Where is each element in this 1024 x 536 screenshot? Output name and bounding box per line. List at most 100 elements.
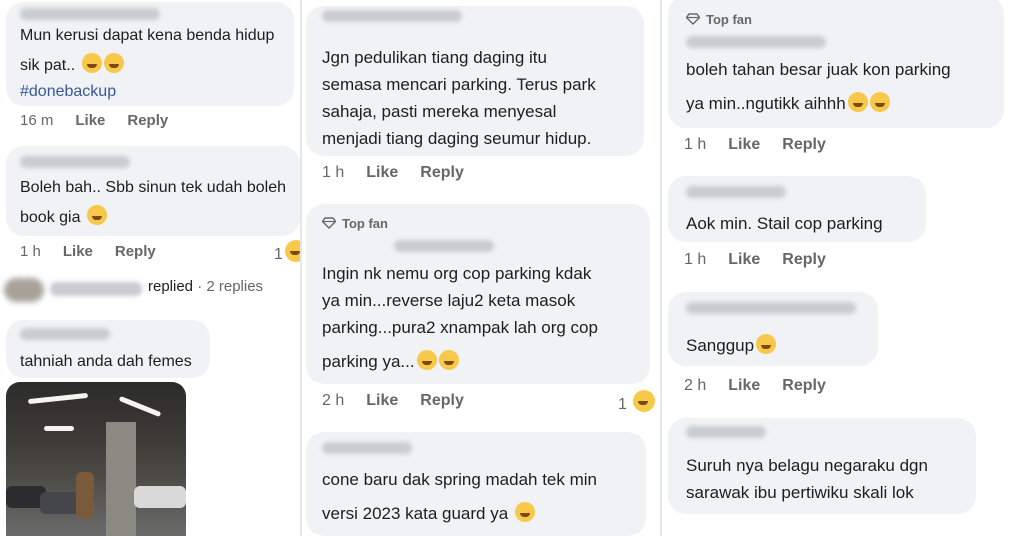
comment-text-line: ya min..ngutikk aihhh <box>686 90 890 117</box>
like-button[interactable]: Like <box>63 243 93 260</box>
commenter-name-blurred <box>686 426 766 438</box>
ceiling-light <box>44 426 74 431</box>
rolling-laughing-emoji <box>438 350 459 370</box>
comment-photo[interactable] <box>6 382 186 536</box>
comment-text-line: ya min...reverse laju2 keta masok <box>322 291 576 310</box>
reply-button[interactable]: Reply <box>420 392 464 409</box>
like-button[interactable]: Like <box>366 164 398 181</box>
grimacing-emoji <box>869 92 890 112</box>
laughing-emoji <box>633 390 656 412</box>
comment-column-1: Mun kerusi dapat kena benda hidup sik pa… <box>0 0 300 536</box>
like-button[interactable]: Like <box>728 251 760 268</box>
like-button[interactable]: Like <box>728 377 760 394</box>
comment-text-line: Jgn pedulikan tiang daging itu <box>322 48 547 67</box>
grinning-sweat-emoji <box>514 502 535 522</box>
comment-time: 1 h <box>20 243 41 260</box>
comment-text-line: Mun kerusi dapat kena benda hidup <box>20 27 275 44</box>
replier-name-blurred <box>50 282 142 296</box>
comment-bubble: Top fan boleh tahan besar juak kon parki… <box>668 0 1004 128</box>
comment-bubble: Suruh nya belagu negaraku dgn sarawak ib… <box>668 418 976 514</box>
comment-time: 1 h <box>684 136 707 153</box>
comment-bubble: cone baru dak spring madah tek min versi… <box>306 432 646 536</box>
commenter-name-blurred <box>394 240 494 252</box>
comment-bubble: Mun kerusi dapat kena benda hidup sik pa… <box>6 2 294 106</box>
commenter-name-blurred <box>686 186 786 198</box>
comment-text-line: versi 2023 kata guard ya <box>322 500 535 527</box>
comment-text-line: Sanggup <box>686 332 777 359</box>
comment-text-line: Boleh bah.. Sbb sinun tek udah boleh <box>20 179 286 196</box>
comment-text-line: parking...pura2 xnampak lah org cop <box>322 318 598 337</box>
comment-actions: 1 h Like Reply <box>322 164 486 182</box>
reaction-count[interactable]: 1 <box>618 390 656 414</box>
like-button[interactable]: Like <box>366 392 398 409</box>
comment-bubble: Aok min. Stail cop parking <box>668 176 926 242</box>
comment-text-line: Suruh nya belagu negaraku dgn <box>686 456 928 475</box>
rolling-laughing-emoji <box>416 350 437 370</box>
comment-time: 2 h <box>684 377 707 394</box>
like-button[interactable]: Like <box>728 136 760 153</box>
grimacing-emoji <box>847 92 868 112</box>
comment-bubble: Boleh bah.. Sbb sinun tek udah boleh boo… <box>6 146 300 236</box>
comment-column-2: Jgn pedulikan tiang daging itu semasa me… <box>302 0 660 536</box>
comment-text-line: semasa mencari parking. Terus park <box>322 75 596 94</box>
avatar[interactable] <box>4 278 44 302</box>
commenter-name-blurred <box>686 302 856 314</box>
rolling-laughing-emoji <box>103 53 124 73</box>
reply-button[interactable]: Reply <box>782 251 826 268</box>
comment-time: 1 h <box>684 251 707 268</box>
grinning-sweat-emoji <box>81 53 102 73</box>
diamond-icon <box>686 13 700 25</box>
comment-actions: 1 h Like Reply <box>684 136 848 154</box>
laughing-emoji <box>284 240 300 262</box>
comment-text-line: boleh tahan besar juak kon parking <box>686 60 951 79</box>
comment-text-line: Ingin nk nemu org cop parking kdak <box>322 264 592 283</box>
commenter-name-blurred <box>20 328 110 340</box>
comment-text-line: sarawak ibu pertiwiku skali lok <box>686 483 914 502</box>
reply-button[interactable]: Reply <box>782 136 826 153</box>
view-replies-link[interactable]: replied · 2 replies <box>148 278 263 295</box>
like-button[interactable]: Like <box>75 112 105 129</box>
commenter-name-blurred <box>20 8 160 20</box>
comment-bubble: Sanggup <box>668 292 878 366</box>
comment-bubble: Top fan Ingin nk nemu org cop parking kd… <box>306 204 650 384</box>
comment-actions: 2 h Like Reply <box>322 392 486 410</box>
comment-actions: 16 m Like Reply <box>20 112 190 129</box>
comment-bubble: Jgn pedulikan tiang daging itu semasa me… <box>306 6 644 156</box>
comment-text-line: cone baru dak spring madah tek min <box>322 470 597 489</box>
top-fan-badge: Top fan <box>686 12 752 27</box>
comment-actions: 1 h Like Reply <box>20 243 178 260</box>
comment-time: 1 h <box>322 164 345 181</box>
comment-time: 16 m <box>20 112 54 129</box>
reply-button[interactable]: Reply <box>127 112 168 129</box>
comment-actions: 1 h Like Reply <box>684 251 848 269</box>
reply-button[interactable]: Reply <box>420 164 464 181</box>
grinning-sweat-emoji <box>756 334 777 354</box>
hashtag-link[interactable]: #donebackup <box>20 78 116 105</box>
comment-actions: 2 h Like Reply <box>684 377 848 395</box>
comment-text-line: sik pat.. <box>20 52 124 79</box>
comment-text-line: menjadi tiang daging seumur hidup. <box>322 129 592 148</box>
commenter-name-blurred <box>686 36 826 48</box>
parking-pillar <box>106 422 136 536</box>
comment-time: 2 h <box>322 392 345 409</box>
comment-bubble: tahniah anda dah femes <box>6 320 210 378</box>
person-blurred <box>76 472 94 518</box>
top-fan-badge: Top fan <box>322 216 388 231</box>
grinning-sweat-emoji <box>86 205 107 225</box>
ceiling-light <box>27 392 89 405</box>
comment-text-line: sahaja, pasti mereka menyesal <box>322 102 557 121</box>
comment-text-line: tahniah anda dah femes <box>20 353 192 370</box>
reply-button[interactable]: Reply <box>782 377 826 394</box>
diamond-icon <box>322 217 336 229</box>
commenter-name-blurred <box>20 156 130 168</box>
reaction-count[interactable]: 1 <box>274 240 300 264</box>
comment-text-line: Aok min. Stail cop parking <box>686 214 883 233</box>
ceiling-light <box>118 395 162 418</box>
comment-column-3: Top fan boleh tahan besar juak kon parki… <box>662 0 1024 536</box>
comment-text-line: book gia <box>20 204 107 231</box>
commenter-name-blurred <box>322 10 462 22</box>
commenter-name-blurred <box>322 442 412 454</box>
parked-car <box>134 486 186 508</box>
comment-text-line: parking ya... <box>322 348 459 375</box>
reply-button[interactable]: Reply <box>115 243 156 260</box>
